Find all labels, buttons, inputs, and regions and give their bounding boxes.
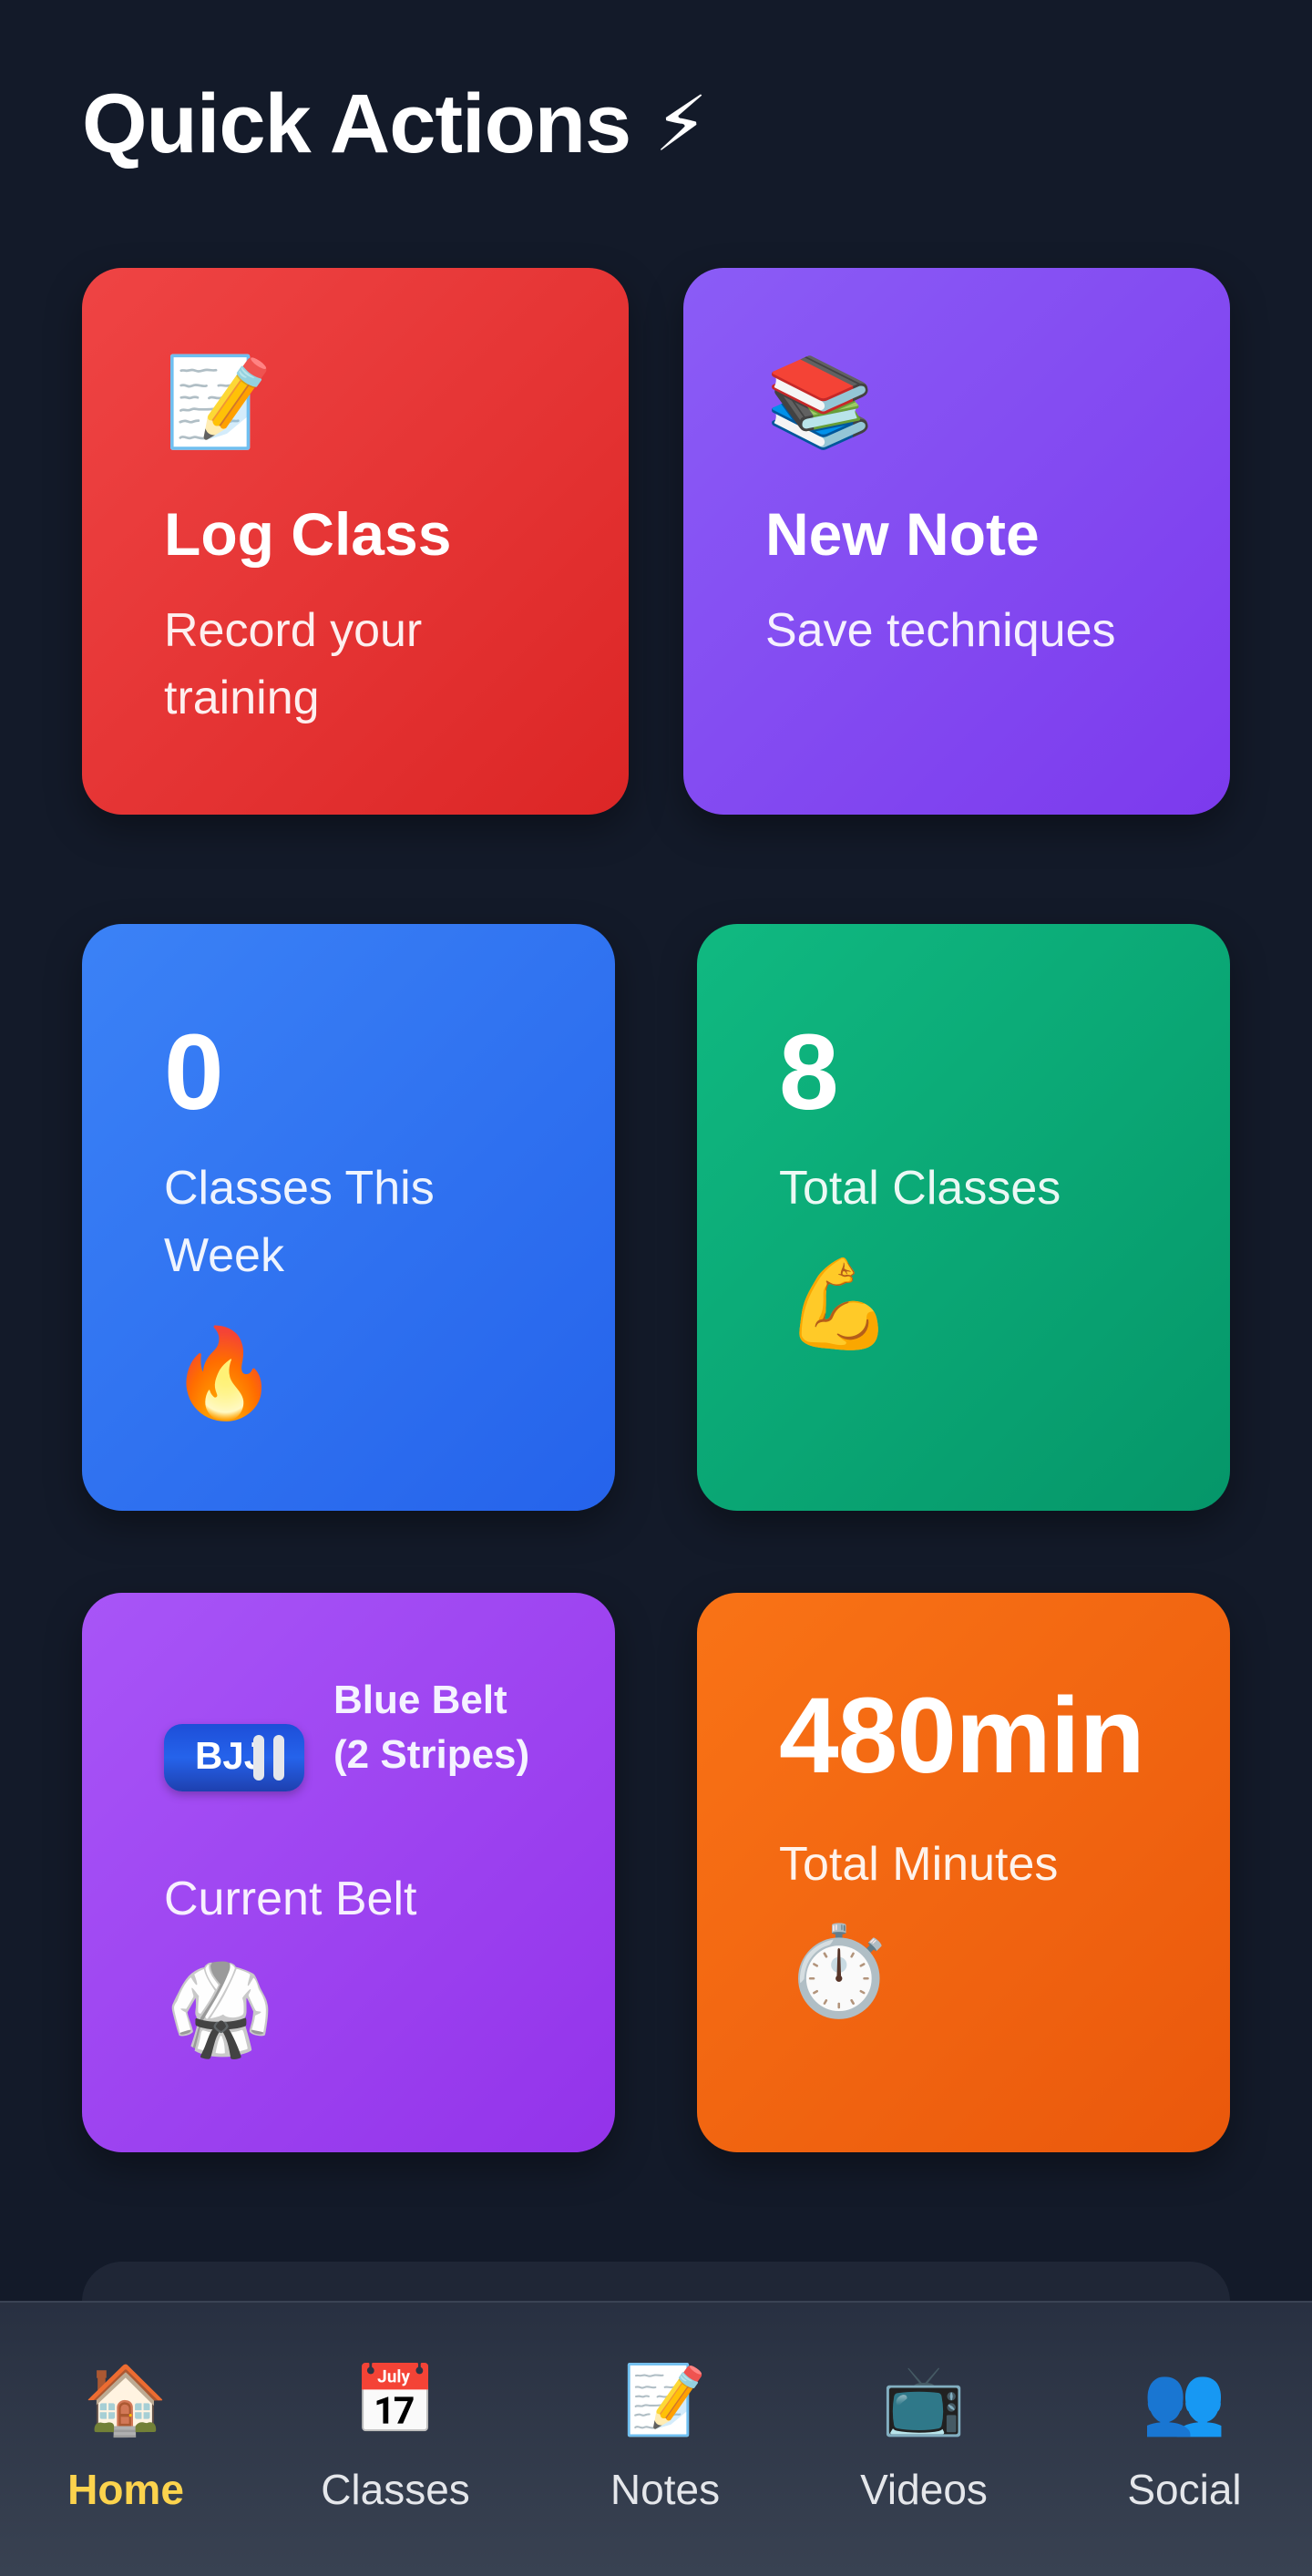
flexed-biceps-icon: 💪 [784, 1256, 894, 1353]
stopwatch-icon: ⏱️ [784, 1923, 894, 2020]
new-note-button[interactable]: 📚 New Note Save techniques [683, 268, 1230, 815]
nav-label-notes: Notes [610, 2466, 721, 2513]
fire-icon: 🔥 [169, 1325, 279, 1422]
house-icon: 🏠 [83, 2362, 169, 2437]
dashboard-page: Quick Actions ⚡ 📝 Log Class Record your … [0, 0, 1312, 2576]
section-title-text: Quick Actions [82, 77, 631, 170]
log-class-title: Log Class [164, 500, 452, 568]
nav-label-classes: Classes [321, 2466, 470, 2513]
classes-this-week-value: 0 [164, 1012, 224, 1133]
nav-label-social: Social [1127, 2466, 1242, 2513]
nav-label-home: Home [67, 2466, 184, 2513]
lightning-icon: ⚡ [654, 81, 708, 168]
total-minutes-card[interactable]: 480min Total Minutes ⏱️ [697, 1593, 1230, 2152]
nav-label-videos: Videos [860, 2466, 988, 2513]
section-title: Quick Actions ⚡ [82, 77, 708, 170]
classes-this-week-label: Classes This Week [164, 1162, 435, 1282]
classes-this-week-card[interactable]: 0 Classes This Week 🔥 [82, 924, 615, 1511]
belt-name: Blue Belt (2 Stripes) [333, 1678, 530, 1777]
nav-item-social[interactable]: 👥 Social [1057, 2303, 1312, 2576]
total-classes-label: Total Classes [779, 1162, 1061, 1215]
total-classes-value: 8 [779, 1012, 839, 1133]
nav-item-home[interactable]: 🏠 Home [0, 2303, 251, 2576]
memo-icon: 📝 [622, 2362, 708, 2437]
current-belt-label: Current Belt [164, 1873, 417, 1925]
books-icon: 📚 [765, 354, 875, 451]
new-note-subtitle: Save techniques [765, 604, 1116, 657]
belt-stripe [253, 1735, 264, 1781]
martial-arts-uniform-icon: 🥋 [166, 1961, 275, 2058]
log-class-subtitle: Record your training [164, 604, 423, 724]
belt-graphic: BJJ [164, 1724, 304, 1791]
calendar-icon: 📅 [353, 2362, 438, 2437]
nav-item-classes[interactable]: 📅 Classes [251, 2303, 539, 2576]
belt-stripe [273, 1735, 284, 1781]
television-icon: 📺 [881, 2362, 967, 2437]
bottom-nav: 🏠 Home 📅 Classes 📝 Notes 📺 Videos 👥 Soci… [0, 2301, 1312, 2576]
log-class-button[interactable]: 📝 Log Class Record your training [82, 268, 629, 815]
current-belt-card[interactable]: BJJ Blue Belt (2 Stripes) Current Belt 🥋 [82, 1593, 615, 2152]
total-classes-card[interactable]: 8 Total Classes 💪 [697, 924, 1230, 1511]
total-minutes-label: Total Minutes [779, 1838, 1059, 1891]
total-minutes-value: 480min [779, 1676, 1145, 1796]
nav-item-notes[interactable]: 📝 Notes [539, 2303, 791, 2576]
new-note-title: New Note [765, 500, 1040, 568]
memo-icon: 📝 [164, 354, 273, 451]
people-icon: 👥 [1142, 2362, 1227, 2437]
nav-item-videos[interactable]: 📺 Videos [791, 2303, 1057, 2576]
